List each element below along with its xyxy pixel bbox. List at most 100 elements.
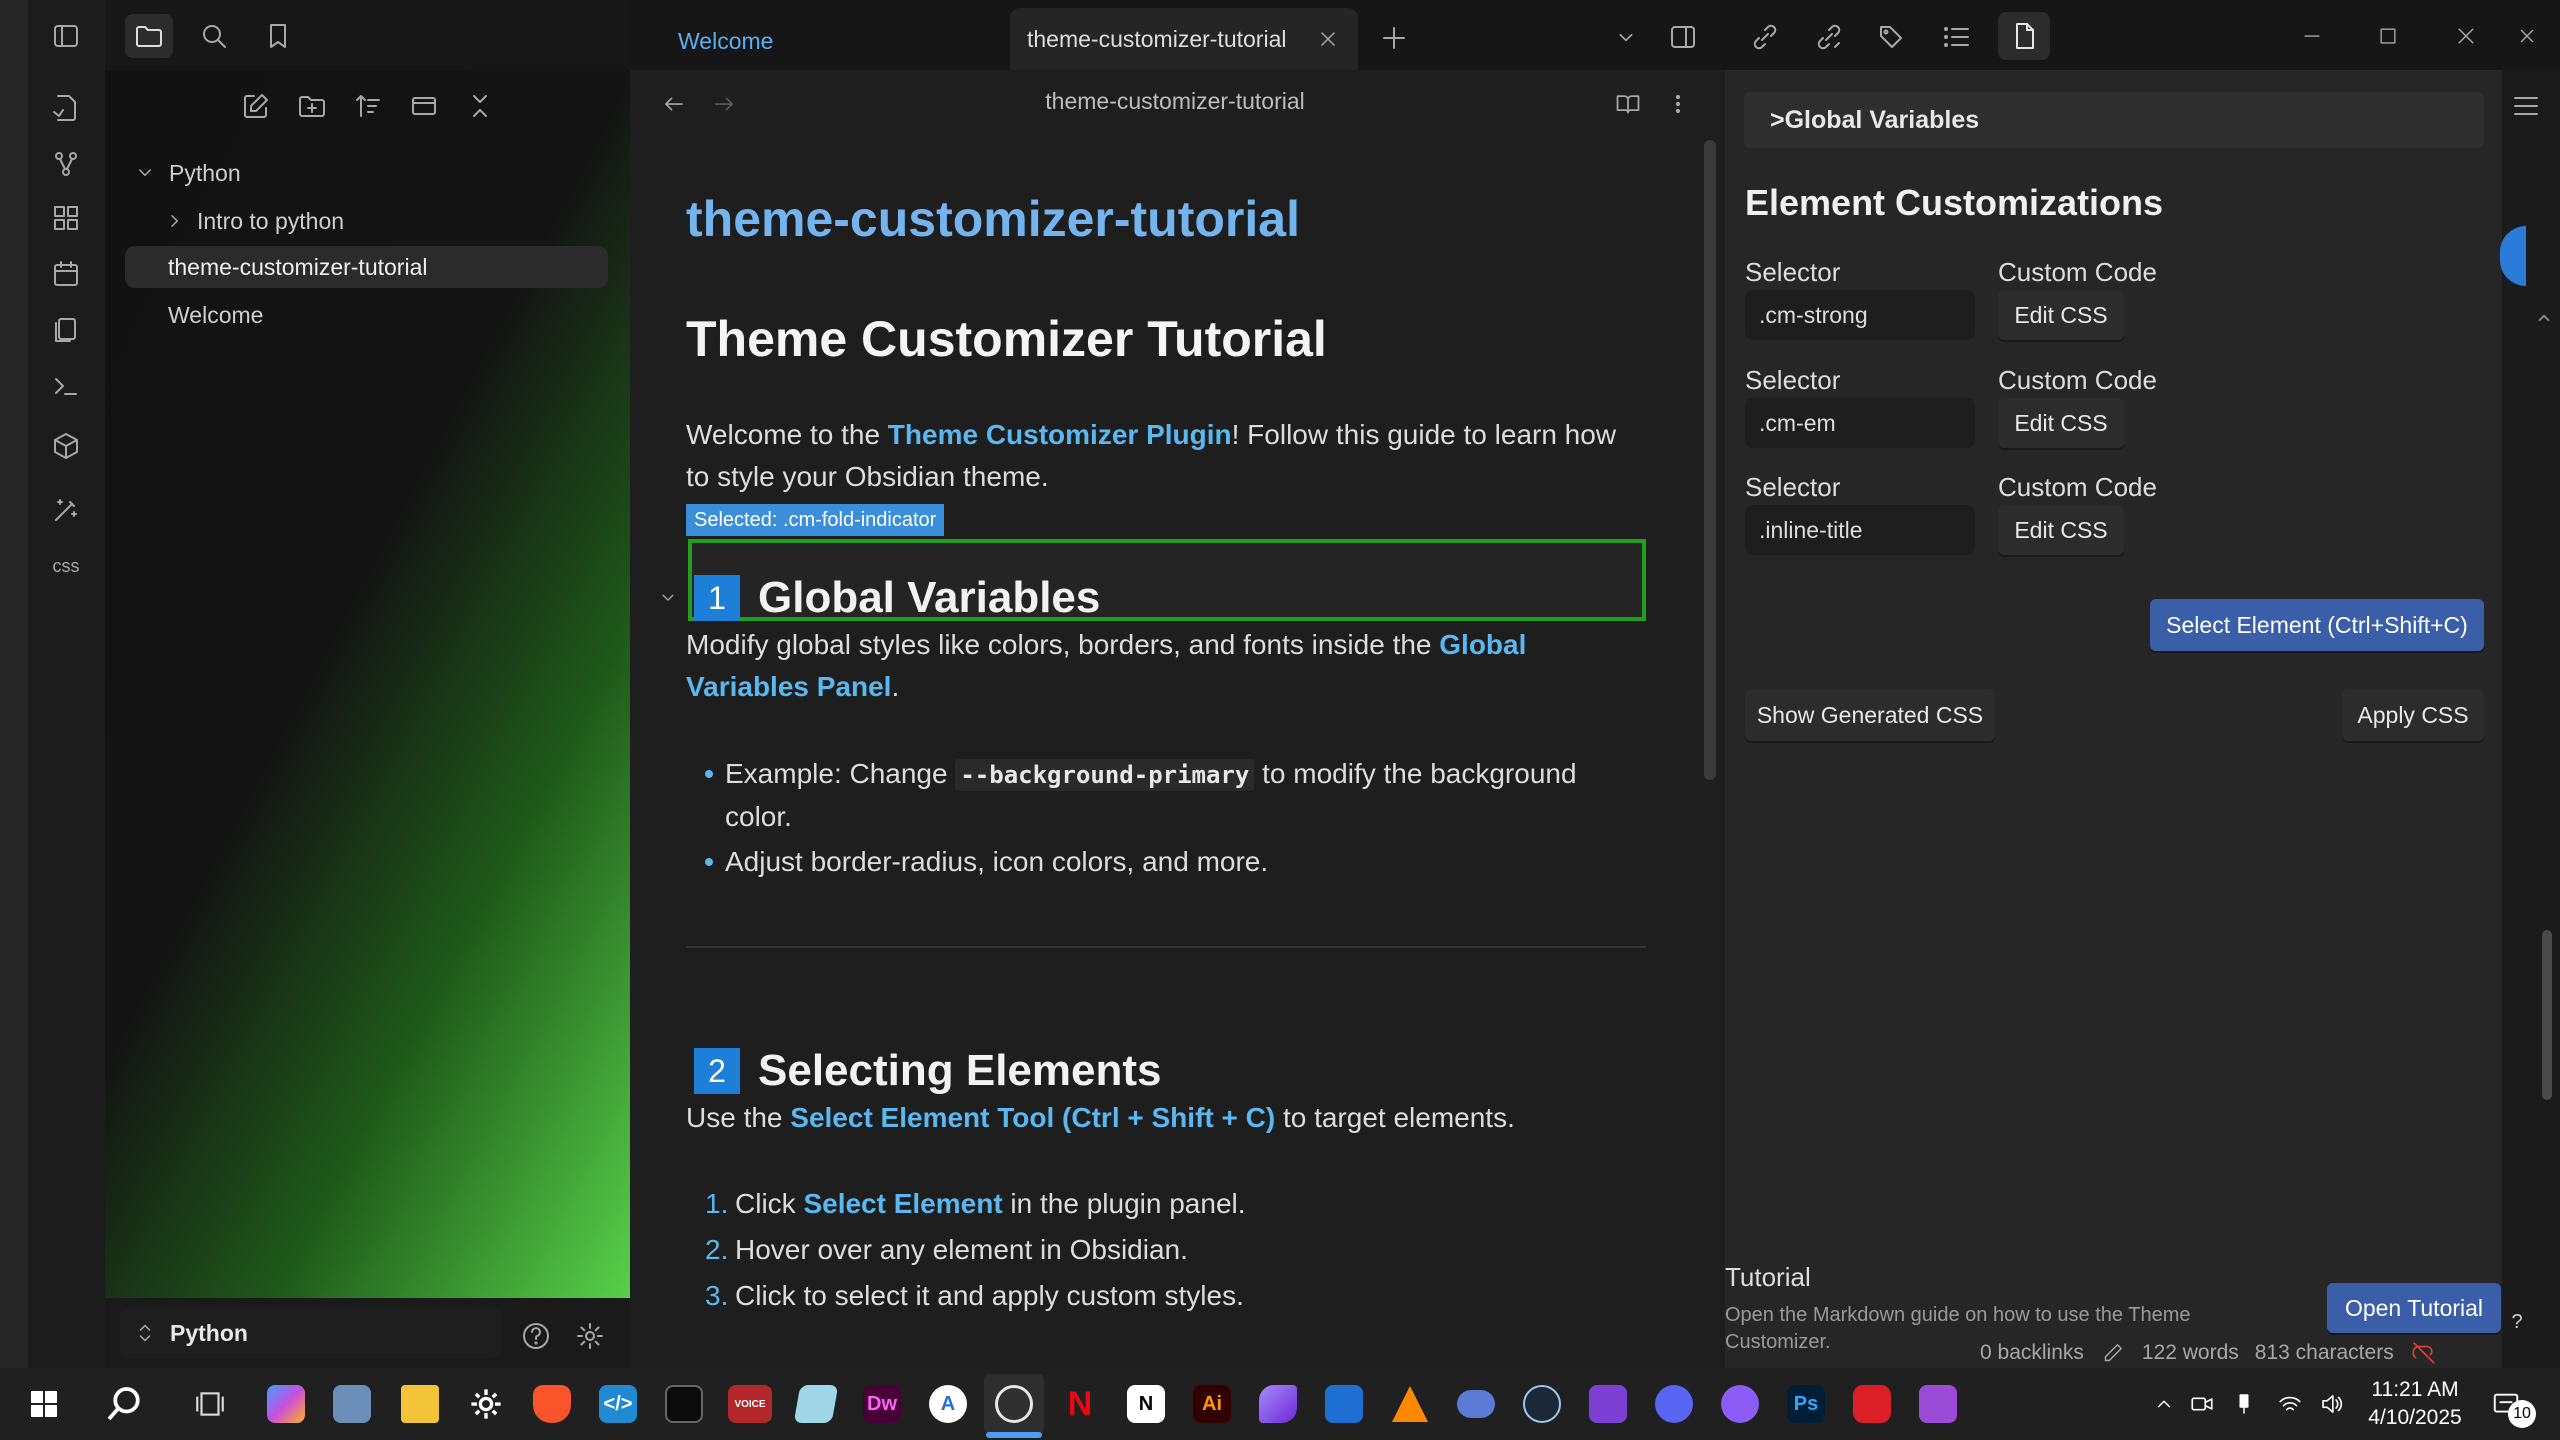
volume-icon[interactable] bbox=[2314, 1386, 2350, 1422]
editor-scrollbar[interactable] bbox=[1704, 140, 1716, 780]
close-window-icon[interactable] bbox=[2444, 14, 2488, 58]
tab-theme-customizer-tutorial[interactable]: theme-customizer-tutorial bbox=[1010, 8, 1358, 70]
minimize-window-icon[interactable] bbox=[2290, 14, 2334, 58]
css-icon[interactable]: css bbox=[40, 550, 92, 582]
steam-icon[interactable] bbox=[1512, 1374, 1572, 1434]
folder-intro-to-python[interactable]: Intro to python bbox=[125, 200, 608, 242]
magic-wand-icon[interactable] bbox=[44, 488, 88, 532]
start-windows-icon[interactable] bbox=[14, 1374, 74, 1434]
file-explorer-icon[interactable] bbox=[390, 1374, 450, 1434]
file-theme-customizer-tutorial[interactable]: theme-customizer-tutorial bbox=[125, 246, 608, 288]
bookmark-icon[interactable] bbox=[254, 14, 302, 58]
file-welcome[interactable]: Welcome bbox=[125, 294, 608, 336]
select-element-button[interactable]: Select Element (Ctrl+Shift+C) bbox=[2150, 599, 2484, 651]
hamburger-menu-icon[interactable] bbox=[2500, 84, 2552, 128]
backlinks-count[interactable]: 0 backlinks bbox=[1980, 1341, 2084, 1365]
settings-gear-icon[interactable] bbox=[568, 1314, 612, 1358]
reading-view-book-icon[interactable] bbox=[1606, 82, 1650, 126]
inline-title[interactable]: theme-customizer-tutorial bbox=[686, 190, 1300, 248]
selector-input[interactable]: .cm-strong bbox=[1745, 290, 1975, 340]
system-clock[interactable]: 11:21 AM 4/10/2025 bbox=[2360, 1376, 2470, 1432]
tab-welcome[interactable]: Welcome bbox=[648, 12, 988, 70]
heading-global-variables[interactable]: 1 Global Variables bbox=[694, 573, 1100, 623]
templates-icon[interactable] bbox=[44, 308, 88, 352]
cube-icon[interactable] bbox=[44, 424, 88, 468]
close-tab-icon[interactable] bbox=[1312, 23, 1344, 55]
voicemeeter-icon[interactable]: VOICE bbox=[720, 1374, 780, 1434]
folder-python[interactable]: Python bbox=[125, 152, 608, 194]
selector-input[interactable]: .cm-em bbox=[1745, 398, 1975, 448]
canvas-icon[interactable] bbox=[44, 196, 88, 240]
plugin-link[interactable]: Theme Customizer Plugin bbox=[888, 419, 1232, 450]
outer-scrollbar-thumb[interactable] bbox=[2542, 930, 2552, 1100]
edit-css-button[interactable]: Edit CSS bbox=[1998, 290, 2124, 340]
bullet-item[interactable]: Example: Change --background-primary to … bbox=[705, 753, 1615, 838]
ordered-item[interactable]: 1. Click Select Element in the plugin pan… bbox=[705, 1183, 1246, 1225]
media-app-icon[interactable] bbox=[1908, 1374, 1968, 1434]
edit-mode-pencil-icon[interactable] bbox=[2100, 1340, 2126, 1366]
ordered-item[interactable]: 3. Click to select it and apply custom st… bbox=[705, 1275, 1244, 1317]
search-icon[interactable] bbox=[190, 14, 238, 58]
auto-reveal-icon[interactable] bbox=[400, 84, 448, 128]
selecting-paragraph[interactable]: Use the Select Element Tool (Ctrl + Shif… bbox=[686, 1097, 1646, 1139]
visual-studio-icon[interactable] bbox=[1578, 1374, 1638, 1434]
edit-css-button[interactable]: Edit CSS bbox=[1998, 398, 2124, 448]
vlc-icon[interactable] bbox=[1380, 1374, 1440, 1434]
game-controller-icon[interactable] bbox=[1446, 1374, 1506, 1434]
open-tutorial-button[interactable]: Open Tutorial bbox=[2327, 1283, 2501, 1333]
files-tab-icon[interactable] bbox=[125, 14, 173, 58]
edit-css-button[interactable]: Edit CSS bbox=[1998, 505, 2124, 555]
sync-off-icon[interactable] bbox=[2410, 1339, 2438, 1367]
discord-icon[interactable] bbox=[1644, 1374, 1704, 1434]
illustrator-icon[interactable]: Ai bbox=[1182, 1374, 1242, 1434]
photoshop-icon[interactable]: Ps bbox=[1776, 1374, 1836, 1434]
help-icon[interactable] bbox=[514, 1314, 558, 1358]
copilot-icon[interactable] bbox=[256, 1374, 316, 1434]
tray-chevron-up-icon[interactable] bbox=[2146, 1386, 2182, 1422]
github-icon[interactable] bbox=[1710, 1374, 1770, 1434]
analytics-app-icon[interactable] bbox=[1314, 1374, 1374, 1434]
fold-indicator-chevron-icon[interactable] bbox=[652, 580, 684, 616]
new-folder-icon[interactable] bbox=[288, 84, 336, 128]
settings-app-icon[interactable] bbox=[456, 1374, 516, 1434]
new-tab-icon[interactable] bbox=[1372, 16, 1416, 60]
vault-switcher[interactable]: Python bbox=[120, 1308, 502, 1358]
backlinks-icon[interactable] bbox=[1742, 14, 1788, 60]
help-question-icon[interactable]: ? bbox=[2500, 1305, 2534, 1339]
maximize-window-icon[interactable] bbox=[2366, 14, 2410, 58]
apply-css-button[interactable]: Apply CSS bbox=[2342, 689, 2484, 741]
selector-input[interactable]: .inline-title bbox=[1745, 505, 1975, 555]
bullet-item[interactable]: Adjust border-radius, icon colors, and m… bbox=[705, 841, 1615, 883]
brave-browser-icon[interactable] bbox=[522, 1374, 582, 1434]
collapse-all-icon[interactable] bbox=[456, 84, 504, 128]
close-icon[interactable] bbox=[2502, 14, 2552, 58]
wifi-icon[interactable] bbox=[2272, 1386, 2308, 1422]
new-note-icon[interactable] bbox=[232, 84, 280, 128]
select-element-link[interactable]: Select Element bbox=[803, 1188, 1002, 1219]
creative-cloud-icon[interactable] bbox=[1842, 1374, 1902, 1434]
taskbar-search-icon[interactable] bbox=[94, 1374, 154, 1434]
notes-app-icon[interactable] bbox=[786, 1374, 846, 1434]
select-tool-link[interactable]: Select Element Tool (Ctrl + Shift + C) bbox=[790, 1102, 1275, 1133]
global-variables-collapse[interactable]: >Global Variables bbox=[1744, 92, 2484, 148]
terminal-icon[interactable] bbox=[44, 364, 88, 408]
graph-view-icon[interactable] bbox=[44, 142, 88, 186]
app-store-icon[interactable]: A bbox=[918, 1374, 978, 1434]
toggle-sidebar-icon[interactable] bbox=[44, 14, 88, 58]
tags-icon[interactable] bbox=[1870, 14, 1916, 60]
more-options-icon[interactable] bbox=[1656, 82, 1700, 126]
ordered-item[interactable]: 2. Hover over any element in Obsidian. bbox=[705, 1229, 1188, 1271]
rdp-app-icon[interactable] bbox=[322, 1374, 382, 1434]
theme-customizer-file-icon[interactable] bbox=[1998, 12, 2050, 60]
sort-icon[interactable] bbox=[344, 84, 392, 128]
task-view-icon[interactable] bbox=[180, 1374, 240, 1434]
back-arrow-icon[interactable] bbox=[652, 82, 696, 126]
obsidian-app-icon[interactable] bbox=[1248, 1374, 1308, 1434]
terminal-app-icon[interactable] bbox=[654, 1374, 714, 1434]
global-vars-paragraph[interactable]: Modify global styles like colors, border… bbox=[686, 624, 1616, 708]
outline-list-icon[interactable] bbox=[1934, 14, 1980, 60]
outgoing-links-icon[interactable] bbox=[1806, 14, 1852, 60]
intro-paragraph[interactable]: Welcome to the Theme Customizer Plugin! … bbox=[686, 414, 1646, 498]
usb-device-icon[interactable] bbox=[2226, 1386, 2262, 1422]
heading-selecting-elements[interactable]: 2 Selecting Elements bbox=[694, 1046, 1161, 1096]
